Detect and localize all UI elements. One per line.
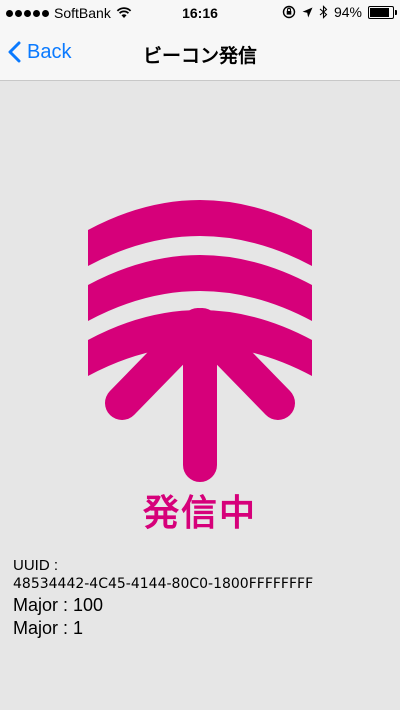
battery-icon (368, 5, 397, 19)
sending-status-label: 発信中 (142, 492, 257, 533)
location-arrow-icon (302, 7, 313, 17)
status-right: 94% (282, 4, 397, 20)
uuid-label: UUID : (13, 557, 58, 574)
status-bar: SoftBank 16:16 94% (0, 0, 400, 26)
beacon-info: UUID : 48534442-4C45-4144-80C0-1800FFFFF… (13, 556, 313, 640)
major-value-2: Major : 1 (13, 618, 84, 638)
beacon-broadcast-arrow-icon (88, 200, 312, 482)
navigation-bar: Back ビーコン発信 (0, 26, 400, 81)
bluetooth-icon (319, 5, 328, 19)
page-title: ビーコン発信 (142, 46, 257, 67)
uuid-value: 48534442-4C45-4144-80C0-1800FFFFFFFF (13, 576, 314, 592)
orientation-lock-icon (282, 5, 296, 19)
major-value-1: Major : 100 (13, 595, 104, 615)
battery-percent: 94% (333, 4, 362, 20)
